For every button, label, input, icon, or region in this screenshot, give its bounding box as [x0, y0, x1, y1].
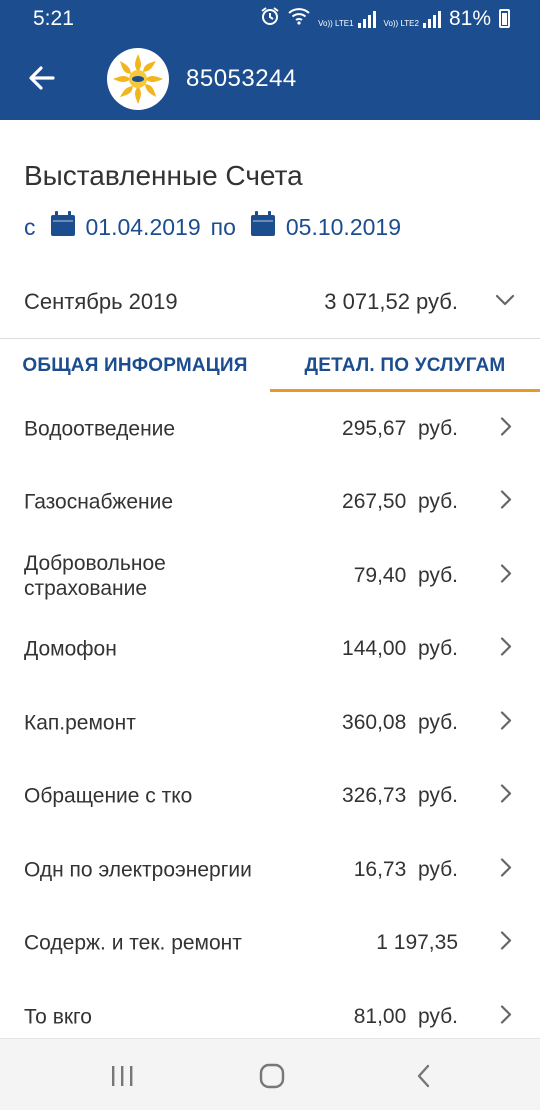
tab-general-info[interactable]: ОБЩАЯ ИНФОРМАЦИЯ: [0, 340, 270, 392]
home-button[interactable]: [252, 1059, 292, 1093]
service-name: Кап.ремонт: [24, 711, 136, 735]
from-date[interactable]: 01.04.2019: [86, 214, 201, 241]
chevron-right-icon[interactable]: [498, 636, 514, 663]
service-amount: 360,08 руб.: [342, 710, 458, 734]
sim1-label: Vo)) LTE1: [318, 18, 354, 28]
arrow-left-icon: [29, 66, 55, 90]
app-bar: 85053244: [0, 38, 540, 120]
recent-apps-icon: [112, 1066, 133, 1086]
account-number: 85053244: [186, 65, 297, 92]
list-item[interactable]: Содерж. и тек. ремонт 1 197,35: [0, 907, 540, 981]
status-time: 5:21: [33, 7, 74, 30]
list-item[interactable]: Газоснабжение 267,50 руб.: [0, 466, 540, 540]
list-item[interactable]: Одн по электроэнергии 16,73 руб.: [0, 833, 540, 907]
sun-logo-icon: [113, 54, 163, 104]
service-amount: 81,00 руб.: [353, 1004, 458, 1028]
signal-icon-sim2: Vo)) LTE2: [384, 10, 441, 28]
month-label: Сентябрь 2019: [24, 289, 178, 314]
list-item[interactable]: Домофон 144,00 руб.: [0, 613, 540, 687]
service-name: Одн по электроэнергии: [24, 858, 252, 882]
chevron-right-icon[interactable]: [498, 783, 514, 810]
service-amount: 1 197,35: [376, 931, 458, 955]
nav-back-button[interactable]: [404, 1059, 444, 1093]
service-amount: 295,67 руб.: [342, 416, 458, 440]
service-name: Добровольное страхование: [24, 551, 166, 600]
period-selector: с 01.04.2019 по 05.10.2019: [24, 211, 401, 243]
chevron-right-icon[interactable]: [498, 930, 514, 957]
chevron-right-icon[interactable]: [498, 415, 514, 442]
chevron-down-icon[interactable]: [494, 289, 516, 316]
list-item[interactable]: Водоотведение 295,67 руб.: [0, 392, 540, 466]
to-label: по: [210, 213, 236, 240]
company-logo: [107, 48, 169, 110]
status-bar: 5:21 Vo)) LTE1 Vo)) LTE2 81%: [0, 0, 540, 38]
chevron-right-icon[interactable]: [498, 1003, 514, 1030]
chevron-right-icon[interactable]: [498, 709, 514, 736]
service-amount: 326,73 руб.: [342, 784, 458, 808]
back-button[interactable]: [22, 58, 62, 98]
from-label: с: [24, 213, 36, 240]
service-name: Водоотведение: [24, 417, 176, 441]
alarm-icon: [260, 6, 280, 31]
list-item[interactable]: Обращение с тко 326,73 руб.: [0, 760, 540, 834]
services-list: Водоотведение 295,67 руб. Газоснабжение …: [0, 392, 540, 1054]
status-icons: Vo)) LTE1 Vo)) LTE2 81%: [260, 6, 510, 31]
battery-icon: [499, 9, 510, 28]
calendar-icon[interactable]: [50, 211, 76, 243]
month-selector[interactable]: Сентябрь 2019 3 071,52 руб.: [0, 265, 540, 339]
service-name: Содерж. и тек. ремонт: [24, 931, 242, 955]
chevron-right-icon[interactable]: [498, 489, 514, 516]
page-title: Выставленные Счета: [24, 160, 303, 191]
chevron-right-icon[interactable]: [498, 856, 514, 883]
to-date[interactable]: 05.10.2019: [286, 214, 401, 241]
service-name: Домофон: [24, 637, 117, 661]
calendar-icon[interactable]: [250, 211, 276, 243]
service-name: Обращение с тко: [24, 784, 193, 808]
system-nav-bar: [0, 1038, 540, 1110]
service-name: Газоснабжение: [24, 490, 174, 514]
signal-icon-sim1: Vo)) LTE1: [318, 10, 376, 28]
recent-apps-button[interactable]: [102, 1059, 142, 1093]
list-item[interactable]: Кап.ремонт 360,08 руб.: [0, 686, 540, 760]
back-icon: [417, 1064, 430, 1088]
tabs: ОБЩАЯ ИНФОРМАЦИЯ ДЕТАЛ. ПО УСЛУГАМ: [0, 340, 540, 392]
home-icon: [259, 1063, 285, 1089]
battery-percent: 81%: [448, 6, 491, 30]
service-amount: 79,40 руб.: [353, 563, 458, 587]
sim2-label: Vo)) LTE2: [383, 18, 419, 28]
wifi-icon: [288, 7, 310, 30]
tab-service-details[interactable]: ДЕТАЛ. ПО УСЛУГАМ: [270, 340, 540, 392]
service-amount: 16,73 руб.: [353, 857, 458, 881]
service-amount: 144,00 руб.: [342, 637, 458, 661]
service-amount: 267,50 руб.: [342, 490, 458, 514]
month-amount: 3 071,52 руб.: [324, 289, 458, 314]
list-item[interactable]: Добровольное страхование 79,40 руб.: [0, 539, 540, 613]
chevron-right-icon[interactable]: [498, 562, 514, 589]
service-name: То вкго: [24, 1005, 92, 1029]
